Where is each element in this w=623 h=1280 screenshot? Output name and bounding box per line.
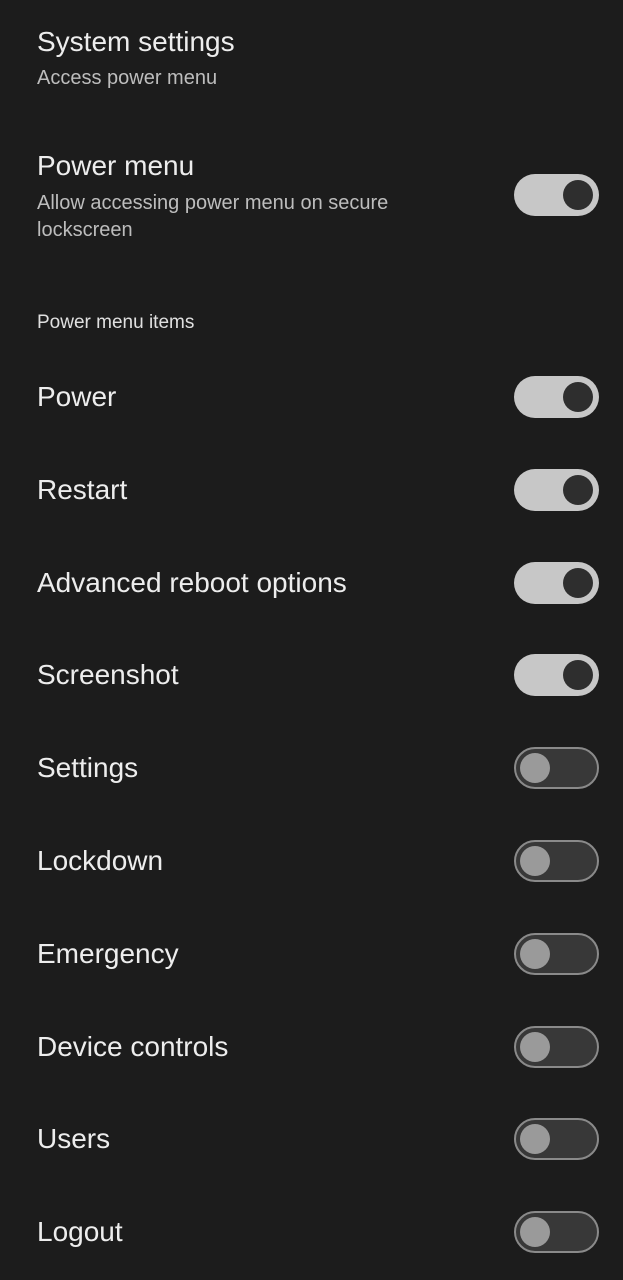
power-menu-item-label: Restart: [37, 473, 128, 505]
power-menu-item-switch[interactable]: [514, 376, 599, 418]
switch-thumb: [520, 938, 550, 969]
switch-thumb: [520, 1217, 550, 1248]
system-settings-title: System settings: [37, 26, 235, 57]
power-menu-setting[interactable]: Power menu Allow accessing power menu on…: [0, 140, 623, 255]
power-menu-item-users[interactable]: Users: [0, 1093, 623, 1186]
power-menu-item-label: Lockdown: [37, 845, 164, 876]
power-menu-item-switch[interactable]: [514, 561, 599, 604]
power-menu-item-advanced-reboot-options[interactable]: Advanced reboot options: [0, 536, 623, 629]
power-menu-item-label: Advanced reboot options: [37, 566, 347, 598]
power-menu-item-switch[interactable]: [514, 747, 599, 790]
system-settings-header[interactable]: System settings Access power menu: [0, 0, 623, 110]
power-menu-item-emergency[interactable]: Emergency: [0, 907, 623, 1000]
power-menu-title: Power menu: [37, 150, 195, 181]
switch-thumb: [520, 753, 550, 784]
switch-thumb: [563, 180, 593, 210]
power-menu-item-switch[interactable]: [514, 654, 599, 697]
section-header: Power menu items: [37, 312, 195, 333]
power-menu-item-switch[interactable]: [514, 1025, 599, 1068]
power-menu-item-switch[interactable]: [514, 1118, 599, 1161]
switch-thumb: [563, 474, 593, 505]
power-menu-item-restart[interactable]: Restart: [0, 443, 623, 536]
power-menu-item-label: Device controls: [37, 1030, 229, 1062]
switch-thumb: [563, 567, 593, 598]
power-menu-switch[interactable]: [514, 174, 599, 216]
power-menu-item-label: Logout: [37, 1216, 123, 1248]
power-menu-item-label: Users: [37, 1123, 111, 1155]
switch-thumb: [563, 660, 593, 691]
switch-thumb: [520, 846, 550, 876]
power-menu-description: Allow accessing power menu on secure loc…: [37, 192, 389, 241]
power-menu-item-label: Power: [37, 381, 117, 412]
power-menu-item-switch[interactable]: [514, 1211, 599, 1254]
power-menu-item-power[interactable]: Power: [0, 351, 623, 444]
power-menu-item-logout[interactable]: Logout: [0, 1186, 623, 1279]
switch-thumb: [563, 382, 593, 412]
power-menu-item-label: Emergency: [37, 937, 179, 969]
switch-thumb: [520, 1031, 550, 1062]
power-menu-item-lockdown[interactable]: Lockdown: [0, 815, 623, 908]
power-menu-item-switch[interactable]: [514, 932, 599, 975]
power-menu-item-screenshot[interactable]: Screenshot: [0, 629, 623, 722]
switch-thumb: [520, 1124, 550, 1155]
power-menu-item-settings[interactable]: Settings: [0, 722, 623, 815]
power-menu-item-switch[interactable]: [514, 840, 599, 882]
power-menu-item-label: Settings: [37, 752, 139, 784]
power-menu-item-switch[interactable]: [514, 468, 599, 511]
system-settings-subtitle: Access power menu: [37, 67, 218, 89]
power-menu-item-device-controls[interactable]: Device controls: [0, 1000, 623, 1093]
power-menu-item-label: Screenshot: [37, 659, 179, 691]
